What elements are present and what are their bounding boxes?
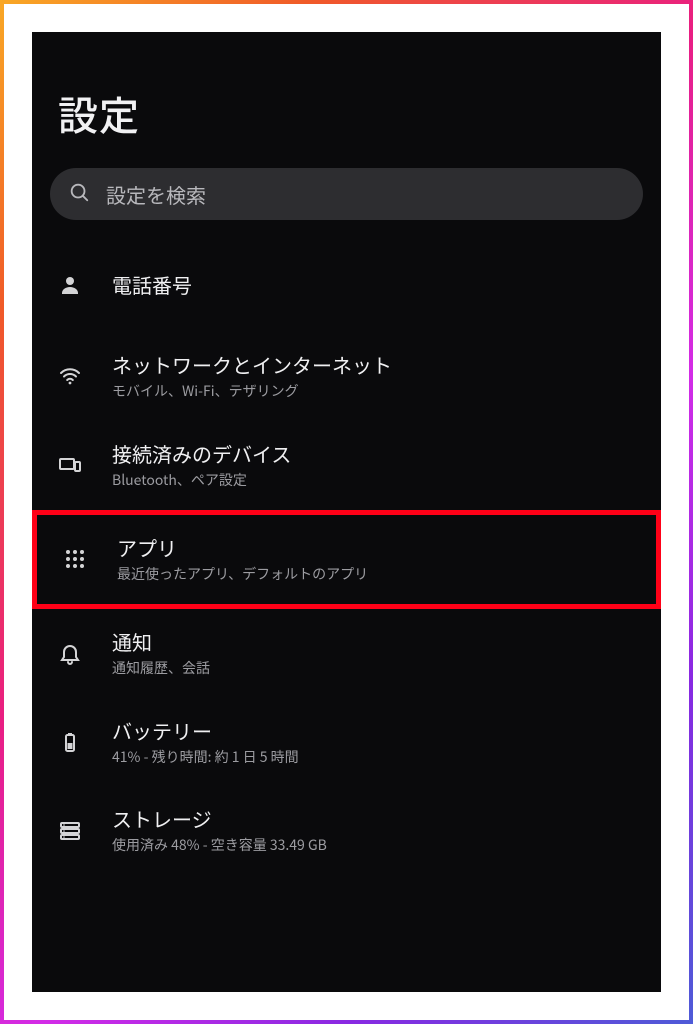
settings-item-apps[interactable]: アプリ 最近使ったアプリ、デフォルトのアプリ: [32, 510, 661, 609]
settings-item-phone[interactable]: 電話番号: [32, 250, 661, 332]
settings-item-devices[interactable]: 接続済みのデバイス Bluetooth、ペア設定: [32, 421, 661, 510]
bell-icon: [52, 641, 88, 665]
settings-item-sub: モバイル、Wi-Fi、テザリング: [112, 382, 641, 401]
battery-icon: [52, 730, 88, 754]
page-title: 設定: [32, 84, 661, 168]
settings-item-storage[interactable]: ストレージ 使用済み 48% - 空き容量 33.49 GB: [32, 786, 661, 875]
settings-item-label: 接続済みのデバイス: [112, 441, 641, 467]
settings-item-label: 電話番号: [112, 272, 641, 298]
settings-item-label: ストレージ: [112, 806, 641, 832]
gradient-frame: 設定 設定を検索 電話番号: [0, 0, 693, 1024]
settings-list: 電話番号 ネットワークとインターネット モバイル、Wi-Fi、テザリング: [32, 250, 661, 875]
person-icon: [52, 273, 88, 297]
settings-item-sub: 41% - 残り時間: 約 1 日 5 時間: [112, 748, 641, 767]
settings-item-label: アプリ: [117, 535, 636, 561]
settings-item-label: ネットワークとインターネット: [112, 352, 641, 378]
settings-item-sub: 通知履歴、会話: [112, 659, 641, 678]
settings-item-label: 通知: [112, 629, 641, 655]
settings-screen: 設定 設定を検索 電話番号: [32, 32, 661, 992]
settings-item-network[interactable]: ネットワークとインターネット モバイル、Wi-Fi、テザリング: [32, 332, 661, 421]
settings-item-notifications[interactable]: 通知 通知履歴、会話: [32, 609, 661, 698]
settings-item-sub: Bluetooth、ペア設定: [112, 471, 641, 490]
white-inset: 設定 設定を検索 電話番号: [4, 4, 689, 1020]
settings-item-label: バッテリー: [112, 718, 641, 744]
storage-icon: [52, 819, 88, 843]
apps-icon: [57, 547, 93, 571]
settings-item-sub: 最近使ったアプリ、デフォルトのアプリ: [117, 565, 636, 584]
settings-item-sub: 使用済み 48% - 空き容量 33.49 GB: [112, 836, 641, 855]
search-placeholder: 設定を検索: [106, 180, 206, 209]
settings-item-battery[interactable]: バッテリー 41% - 残り時間: 約 1 日 5 時間: [32, 698, 661, 787]
search-icon: [68, 181, 90, 208]
wifi-icon: [52, 364, 88, 388]
search-bar[interactable]: 設定を検索: [50, 168, 643, 220]
devices-icon: [52, 453, 88, 477]
